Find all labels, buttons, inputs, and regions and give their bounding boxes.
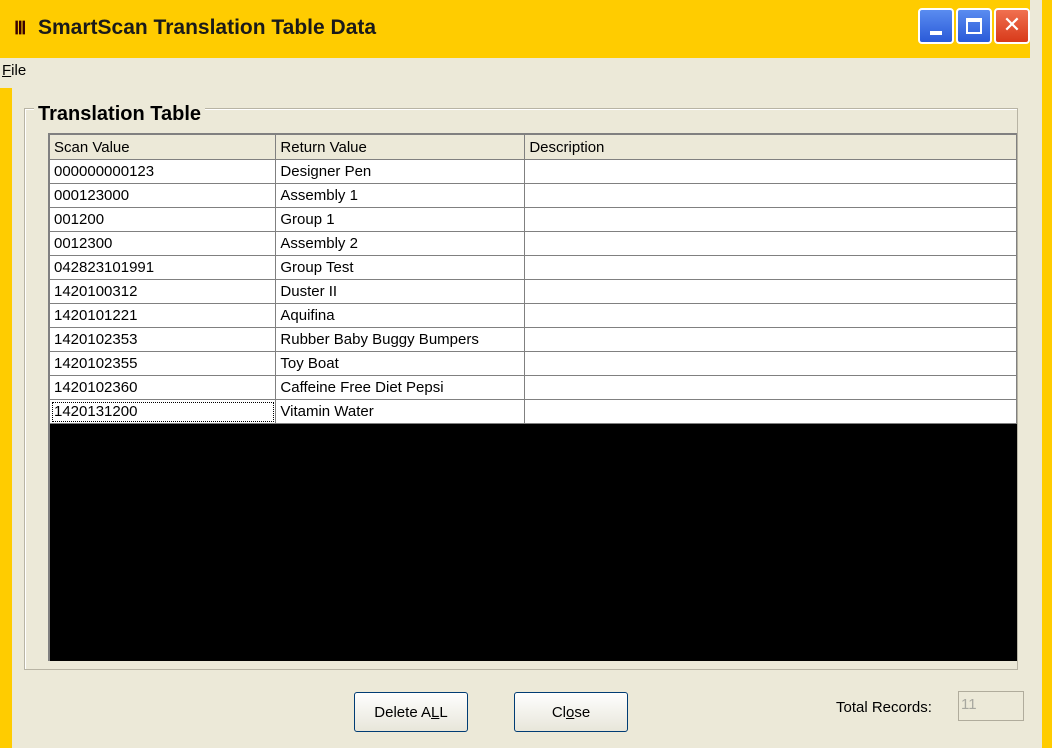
cell-return-value[interactable]: Group 1 — [275, 207, 526, 232]
cell-return-value[interactable]: Caffeine Free Diet Pepsi — [275, 375, 526, 400]
cell-scan-value[interactable]: 1420131200 — [50, 399, 277, 424]
cell-description[interactable] — [524, 183, 1017, 208]
delete-all-label: Delete ALL — [374, 703, 448, 721]
cell-return-value[interactable]: Group Test — [275, 255, 526, 280]
close-button[interactable]: Close — [514, 692, 628, 732]
cell-description[interactable] — [524, 375, 1017, 400]
total-records-label: Total Records: — [836, 699, 932, 716]
cell-description[interactable] — [524, 327, 1017, 352]
table-row[interactable]: 1420102360 Caffeine Free Diet Pepsi — [50, 375, 1017, 400]
cell-scan-value[interactable]: 1420102360 — [50, 375, 277, 400]
translation-grid[interactable]: Scan Value Return Value Description 0000… — [48, 133, 1017, 661]
cell-description[interactable] — [524, 255, 1017, 280]
total-records-field: 11 — [958, 691, 1024, 721]
cell-scan-value[interactable]: 000123000 — [50, 183, 277, 208]
cell-description[interactable] — [524, 231, 1017, 256]
table-row[interactable]: 1420102353 Rubber Baby Buggy Bumpers — [50, 327, 1017, 352]
title-bar[interactable]: Ⅲ SmartScan Translation Table Data ✕ — [0, 0, 1030, 58]
cell-scan-value[interactable]: 1420102353 — [50, 327, 277, 352]
close-window-button[interactable]: ✕ — [994, 8, 1030, 44]
cell-return-value[interactable]: Designer Pen — [275, 159, 526, 184]
table-row[interactable]: 000000000123 Designer Pen — [50, 159, 1017, 184]
table-row[interactable]: 1420131200 Vitamin Water — [50, 399, 1017, 424]
window-title: SmartScan Translation Table Data — [38, 16, 377, 39]
cell-scan-value[interactable]: 001200 — [50, 207, 277, 232]
group-legend: Translation Table — [34, 103, 205, 125]
cell-description[interactable] — [524, 159, 1017, 184]
cell-scan-value[interactable]: 1420101221 — [50, 303, 277, 328]
column-header-description[interactable]: Description — [524, 135, 1017, 160]
cell-return-value[interactable]: Vitamin Water — [275, 399, 526, 424]
cell-description[interactable] — [524, 279, 1017, 304]
cell-description[interactable] — [524, 399, 1017, 424]
cell-scan-value[interactable]: 1420102355 — [50, 351, 277, 376]
cell-description[interactable] — [524, 303, 1017, 328]
table-row[interactable]: 001200 Group 1 — [50, 207, 1017, 232]
cell-return-value[interactable]: Assembly 2 — [275, 231, 526, 256]
cell-description[interactable] — [524, 207, 1017, 232]
table-header-row: Scan Value Return Value Description — [50, 135, 1017, 160]
table-row[interactable]: 0012300 Assembly 2 — [50, 231, 1017, 256]
menu-file-mnemonic: F — [2, 62, 12, 79]
maximize-button[interactable] — [956, 8, 992, 44]
cell-return-value[interactable]: Assembly 1 — [275, 183, 526, 208]
table-row[interactable]: 042823101991 Group Test — [50, 255, 1017, 280]
close-icon: ✕ — [1002, 13, 1022, 38]
cell-description[interactable] — [524, 351, 1017, 376]
close-label: Close — [551, 703, 591, 721]
cell-return-value[interactable]: Toy Boat — [275, 351, 526, 376]
menu-file[interactable]: File — [2, 62, 26, 79]
maximize-icon — [966, 18, 982, 34]
menu-bar: File — [0, 58, 1030, 88]
minimize-icon — [930, 31, 942, 35]
delete-all-button[interactable]: Delete ALL — [354, 692, 468, 732]
cell-scan-value[interactable]: 042823101991 — [50, 255, 277, 280]
cell-scan-value[interactable]: 0012300 — [50, 231, 277, 256]
menu-file-rest: ile — [11, 62, 27, 79]
barcode-icon: Ⅲ — [14, 18, 26, 39]
cell-return-value[interactable]: Duster II — [275, 279, 526, 304]
data-table: Scan Value Return Value Description 0000… — [50, 135, 1017, 424]
table-row[interactable]: 1420102355 Toy Boat — [50, 351, 1017, 376]
column-header-scan-value[interactable]: Scan Value — [50, 135, 277, 160]
cell-return-value[interactable]: Aquifina — [275, 303, 526, 328]
cell-scan-value[interactable]: 1420100312 — [50, 279, 277, 304]
table-row[interactable]: 1420101221 Aquifina — [50, 303, 1017, 328]
table-body: 000000000123 Designer Pen 000123000 Assembl… — [50, 159, 1017, 424]
table-row[interactable]: 000123000 Assembly 1 — [50, 183, 1017, 208]
cell-scan-value[interactable]: 000000000123 — [50, 159, 277, 184]
column-header-return-value[interactable]: Return Value — [275, 135, 526, 160]
cell-return-value[interactable]: Rubber Baby Buggy Bumpers — [275, 327, 526, 352]
table-row[interactable]: 1420100312 Duster II — [50, 279, 1017, 304]
minimize-button[interactable] — [918, 8, 954, 44]
